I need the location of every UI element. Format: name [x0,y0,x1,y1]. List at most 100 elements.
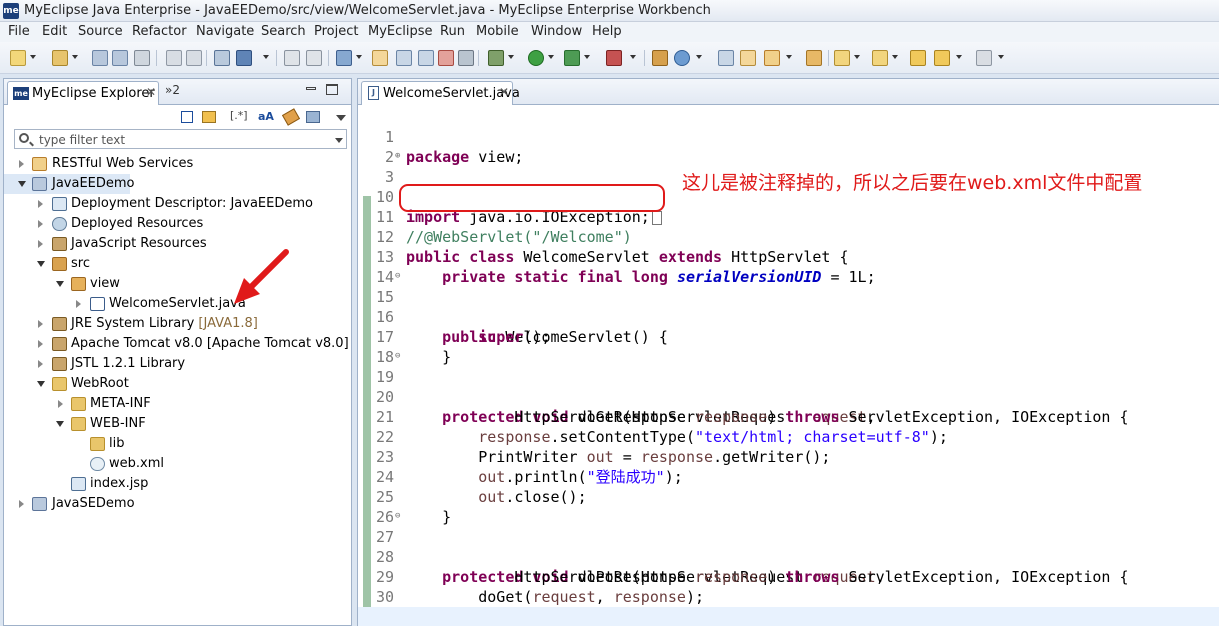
menu-mobile[interactable]: Mobile [476,24,519,39]
new-dropdown-icon[interactable] [30,55,36,59]
code-line[interactable]: 18 [358,327,1219,366]
close-icon[interactable]: ✕ [499,85,509,99]
new-icon[interactable] [10,50,26,66]
expand-icon[interactable] [76,300,81,308]
expand-fold-icon[interactable]: ⊕ [395,152,400,161]
code-line[interactable]: 21 response.setContentType("text/html; c… [358,387,1219,446]
package-explorer-icon[interactable] [718,50,734,66]
tree-item-javaeedemo[interactable]: JavaEEDemo [4,174,135,194]
expand-icon[interactable] [58,400,63,408]
expand-icon[interactable] [38,220,43,228]
collapse-icon[interactable] [18,181,26,187]
back-icon[interactable] [934,50,950,66]
collapse-all-icon[interactable] [181,111,193,123]
code-line[interactable]: 3 ⊕ import java.io.IOException; [358,147,1219,226]
code-line[interactable]: 27 ⊖ protected void doPost(HttpServletRe… [358,507,1219,587]
expand-icon[interactable] [38,340,43,348]
next-annotation-dropdown-icon[interactable] [854,55,860,59]
filter-dropdown-icon[interactable] [335,138,343,143]
print-icon[interactable] [134,50,150,66]
link-with-editor-icon[interactable] [202,111,216,123]
code-line[interactable]: 16 super(); [358,287,1219,346]
code-line[interactable]: 20 HttpServletResponse response) throws … [358,367,1219,426]
regex-filter-icon[interactable]: [.*] [230,109,248,122]
run-server-icon[interactable] [564,50,580,66]
save-all-icon[interactable] [112,50,128,66]
collapse-icon[interactable] [56,421,64,427]
collapse-fold-icon[interactable]: ⊖ [395,272,400,281]
filter-input[interactable]: type filter text [14,129,347,149]
menu-source[interactable]: Source [78,24,123,39]
menu-navigate[interactable]: Navigate [196,24,254,39]
grid-dropdown-icon[interactable] [356,55,362,59]
forward-dropdown-icon[interactable] [998,55,1004,59]
expand-icon[interactable] [38,320,43,328]
edit-icon[interactable] [284,50,300,66]
new-project-icon[interactable] [52,50,68,66]
debug-icon[interactable] [488,50,504,66]
prev-annotation-dropdown-icon[interactable] [892,55,898,59]
collapse-icon[interactable] [37,261,45,267]
refresh-icon[interactable] [674,50,690,66]
next-annotation-icon[interactable] [834,50,850,66]
pin-icon[interactable] [281,108,301,126]
page-icon[interactable] [306,50,322,66]
open-icon[interactable] [372,50,388,66]
external-tools-icon[interactable] [606,50,622,66]
grid-icon[interactable] [336,50,352,66]
back-dropdown-icon[interactable] [956,55,962,59]
code-line-current[interactable]: 32 [358,607,1219,626]
menu-project[interactable]: Project [314,24,358,39]
collapse-icon[interactable] [56,281,64,287]
code-line[interactable]: 24 out.close(); [358,447,1219,506]
code-line[interactable]: 31 } [358,587,1219,626]
search-tool-icon[interactable] [764,50,780,66]
expand-icon[interactable] [38,240,43,248]
close-icon[interactable]: ✕ [146,85,156,99]
code-line[interactable]: 17 } [358,307,1219,366]
browser-icon[interactable] [396,50,412,66]
last-edit-icon[interactable] [910,50,926,66]
run-dropdown-icon[interactable] [548,55,554,59]
tab-overflow-button[interactable]: »2 [165,83,180,97]
code-line[interactable]: 29 doGet(request, response); [358,547,1219,606]
collapse-icon[interactable] [37,381,45,387]
expand-icon[interactable] [19,160,24,168]
expand-icon[interactable] [38,200,43,208]
collapse-fold-icon[interactable]: ⊖ [395,512,400,521]
tab-myeclipse-explorer[interactable]: me MyEclipse Explorer ✕ [7,81,159,105]
menu-window[interactable]: Window [531,24,582,39]
expand-icon[interactable] [38,360,43,368]
debug-dropdown-icon[interactable] [508,55,514,59]
code-line[interactable]: 1 package view; [358,107,1219,166]
code-line[interactable]: 28 HttpServletResponse response) throws … [358,527,1219,586]
focus-icon[interactable] [306,111,320,123]
code-line[interactable]: 23 out.println("登陆成功"); [358,427,1219,486]
code-line[interactable]: 30 } [358,567,1219,626]
menu-refactor[interactable]: Refactor [132,24,187,39]
code-line[interactable]: 2 [358,127,1219,166]
delete-icon[interactable] [438,50,454,66]
menu-help[interactable]: Help [592,24,622,39]
menu-run[interactable]: Run [440,24,465,39]
open-type-icon[interactable] [740,50,756,66]
external-tools-dropdown-icon[interactable] [630,55,636,59]
prev-annotation-icon[interactable] [872,50,888,66]
menu-file[interactable]: File [8,24,30,39]
case-sensitive-icon[interactable]: aA [258,110,274,123]
code-line[interactable]: 13 private static final long serialVersi… [358,227,1219,286]
deploy-icon[interactable] [214,50,230,66]
run-server-dropdown-icon[interactable] [584,55,590,59]
run-icon[interactable] [528,50,544,66]
refresh-dropdown-icon[interactable] [696,55,702,59]
maximize-icon[interactable] [326,84,338,95]
code-line[interactable]: 15 ⊖ public WelcomeServlet() { [358,267,1219,347]
code-line[interactable]: 26 [358,487,1219,526]
undo-icon[interactable] [166,50,182,66]
annotation-icon[interactable] [806,50,822,66]
code-line[interactable]: 19 ⊖ protected void doGet(HttpServletReq… [358,347,1219,427]
tab-welcomeservlet-java[interactable]: J WelcomeServlet.java ✕ [361,81,520,105]
minimize-icon[interactable] [306,87,316,90]
collapse-fold-icon[interactable]: ⊖ [395,352,400,361]
new-class-icon[interactable] [652,50,668,66]
